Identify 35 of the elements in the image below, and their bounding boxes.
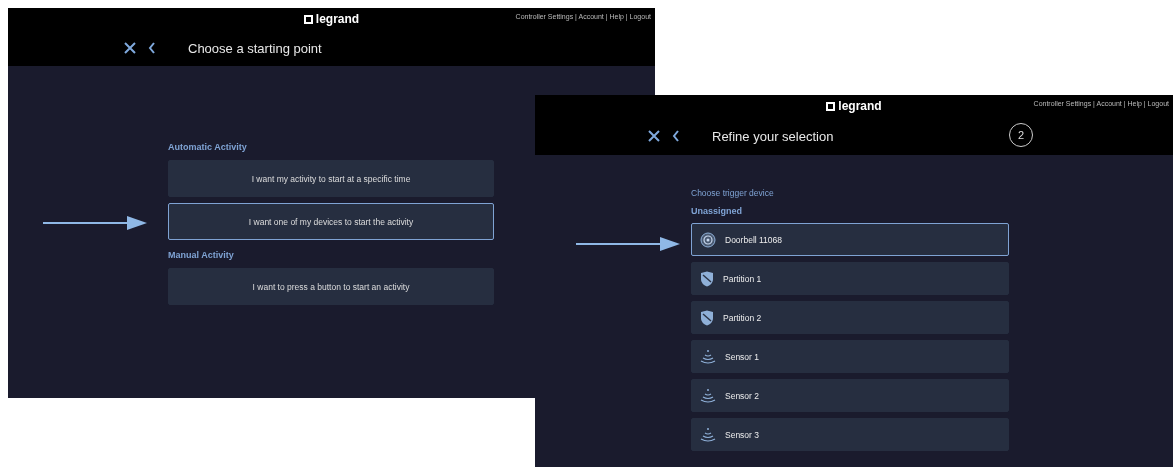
option-button[interactable]: I want my activity to start at a specific time	[168, 160, 494, 197]
doorbell-icon	[700, 231, 716, 248]
section-heading: Unassigned	[691, 206, 742, 216]
option-button[interactable]: I want to press a button to start an activity	[168, 268, 494, 305]
logo-icon	[826, 101, 836, 111]
device-name: Sensor 2	[725, 390, 760, 401]
device-name: Partition 1	[723, 273, 762, 284]
close-icon[interactable]	[648, 130, 660, 142]
shield-icon	[700, 270, 714, 287]
device-item[interactable]: Sensor 1	[691, 340, 1009, 373]
section-heading: Manual Activity	[168, 250, 234, 260]
close-icon[interactable]	[124, 42, 136, 54]
sensor-waves-icon	[700, 348, 716, 365]
option-button[interactable]: I want one of my devices to start the activity	[168, 203, 494, 240]
logo-icon	[303, 14, 313, 24]
device-item[interactable]: Doorbell 11068	[691, 223, 1009, 256]
section-heading: Automatic Activity	[168, 142, 247, 152]
device-name: Partition 2	[723, 312, 762, 323]
page-title: Choose a starting point	[188, 40, 322, 56]
device-name: Doorbell 11068	[725, 234, 783, 245]
device-item[interactable]: Sensor 3	[691, 418, 1009, 451]
prompt-text: Choose trigger device	[691, 188, 774, 198]
device-item[interactable]: Partition 2	[691, 301, 1009, 334]
brand-logo: legrand	[315, 12, 360, 26]
device-item[interactable]: Sensor 2	[691, 379, 1009, 412]
device-name: Sensor 1	[725, 351, 760, 362]
shield-icon	[700, 309, 714, 326]
device-name: Sensor 3	[725, 429, 760, 440]
sensor-waves-icon	[700, 387, 716, 404]
back-icon[interactable]	[672, 130, 680, 142]
brand-logo: legrand	[838, 99, 882, 113]
page-title: Refine your selection	[712, 128, 834, 144]
sensor-waves-icon	[700, 426, 716, 443]
back-icon[interactable]	[148, 42, 156, 54]
device-item[interactable]: Partition 1	[691, 262, 1009, 295]
